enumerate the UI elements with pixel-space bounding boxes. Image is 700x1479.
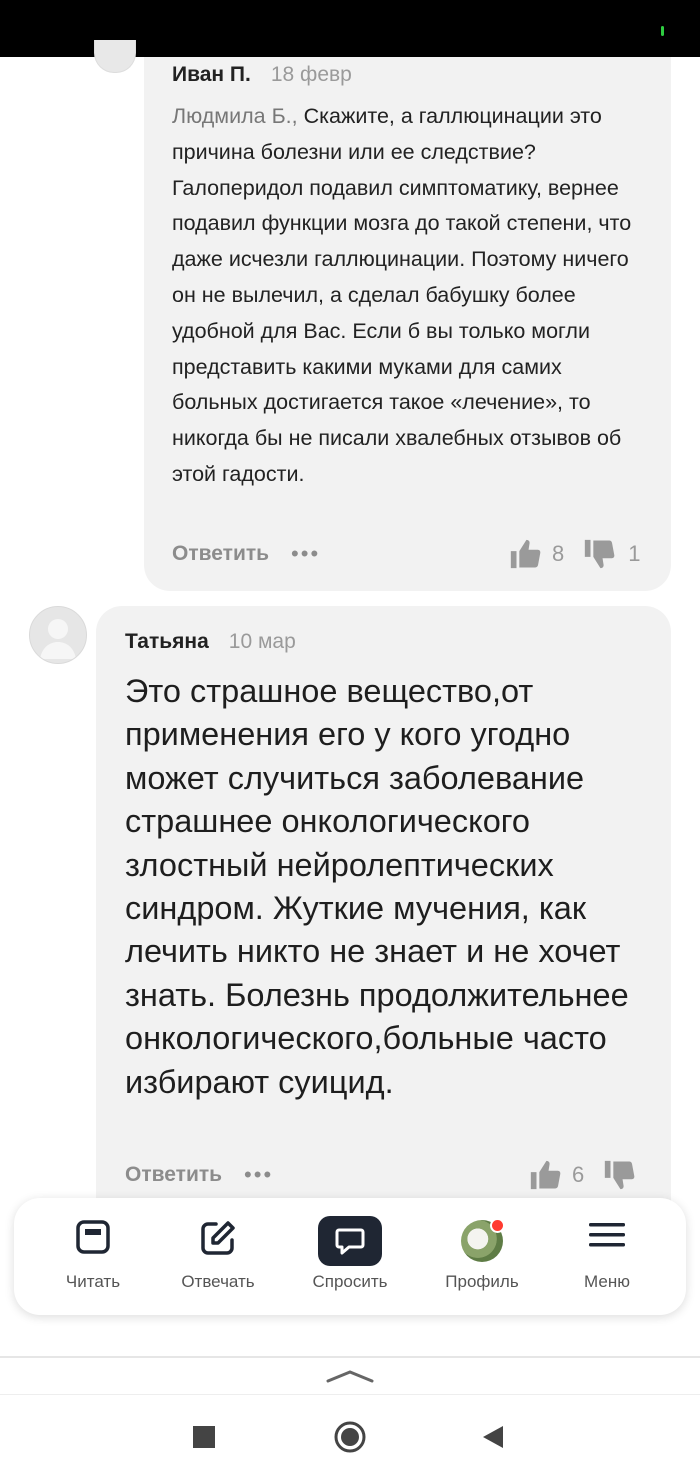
thumbs-up-icon[interactable]: [528, 1158, 562, 1192]
comment-header: Иван П. 18 февр: [172, 63, 352, 87]
avatar: [461, 1218, 505, 1262]
tab-label: Отвечать: [181, 1272, 255, 1291]
comment-card: Татьяна 10 мар Это страшное вещество,от п…: [96, 606, 671, 1216]
chat-icon: [318, 1216, 382, 1266]
thumbs-down-icon[interactable]: [602, 1158, 636, 1192]
comment-body: Скажите, а галлюцинации это причина боле…: [172, 104, 632, 486]
status-indicator-icon: [661, 26, 664, 36]
comment-author[interactable]: Татьяна: [125, 630, 209, 653]
divider: [0, 1356, 700, 1358]
tab-answer[interactable]: Отвечать: [151, 1198, 285, 1315]
comment-date: 18 февр: [270, 63, 352, 86]
comment-body: Это страшное вещество,от применения его …: [125, 673, 629, 1100]
reply-button[interactable]: Ответить: [172, 542, 269, 566]
more-icon[interactable]: •••: [291, 541, 320, 567]
reply-button[interactable]: Ответить: [125, 1163, 222, 1187]
system-navigation-bar: [0, 1394, 700, 1479]
thumbs-up-icon[interactable]: [508, 537, 542, 571]
comment-text: Людмила Б., Скажите, а галлюцинации это …: [172, 99, 652, 493]
tab-read[interactable]: Читать: [26, 1198, 160, 1315]
thumbs-down-icon[interactable]: [582, 537, 616, 571]
like-count: 8: [552, 541, 565, 566]
tab-label: Читать: [65, 1272, 121, 1291]
tab-label: Спросить: [312, 1272, 388, 1291]
avatar[interactable]: [29, 606, 87, 664]
comment-card: Иван П. 18 февр Людмила Б., Скажите, а га…: [144, 57, 671, 591]
more-icon[interactable]: •••: [244, 1162, 273, 1188]
tab-label: Профиль: [445, 1272, 519, 1291]
vote-controls: 6: [528, 1158, 636, 1192]
tab-profile[interactable]: Профиль: [415, 1198, 549, 1315]
comment-actions: Ответить •••: [125, 1162, 273, 1188]
tab-menu[interactable]: Меню: [540, 1198, 674, 1315]
read-icon: [76, 1220, 110, 1259]
avatar[interactable]: [94, 40, 136, 73]
like-count: 6: [572, 1162, 585, 1187]
comment-header: Татьяна 10 мар: [125, 630, 296, 654]
bottom-tab-bar: Читать Отвечать Спросить Профиль Меню: [14, 1198, 686, 1315]
back-icon[interactable]: [482, 1426, 504, 1453]
recents-icon[interactable]: [193, 1426, 215, 1453]
edit-icon: [200, 1220, 236, 1261]
notification-badge: [490, 1218, 505, 1233]
mention-link[interactable]: Людмила Б.,: [172, 104, 298, 128]
comment-date: 10 мар: [228, 630, 296, 653]
dislike-count: 1: [628, 541, 641, 566]
tab-label: Меню: [584, 1272, 630, 1291]
comment-author[interactable]: Иван П.: [172, 63, 251, 86]
menu-icon: [588, 1220, 626, 1255]
comment-actions: Ответить •••: [172, 541, 320, 567]
tab-ask[interactable]: Спросить: [283, 1198, 417, 1315]
home-icon[interactable]: [333, 1420, 367, 1459]
vote-controls: 8 1: [508, 537, 641, 571]
chevron-up-icon[interactable]: [326, 1368, 374, 1389]
